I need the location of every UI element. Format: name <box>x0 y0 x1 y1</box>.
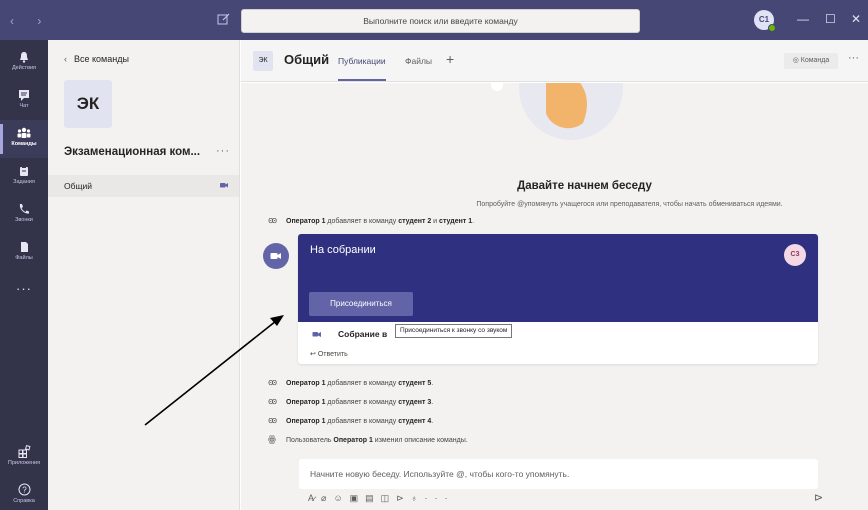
teams-icon <box>17 127 31 138</box>
channel-item-general[interactable]: Общий <box>48 175 239 197</box>
rail-item-calls[interactable]: Звонки <box>0 196 48 234</box>
rail-item-label: Звонки <box>15 217 33 223</box>
new-chat-icon[interactable] <box>217 12 231 26</box>
channel-header: ЭК Общий Публикации Файлы + ◎ Команда ··… <box>241 40 868 82</box>
help-icon: ? <box>18 483 30 496</box>
app-rail: Действия Чат Команды Задания Звонки Файл… <box>0 40 48 510</box>
rail-item-chat[interactable]: Чат <box>0 82 48 120</box>
person-add-icon: ꙭ <box>268 396 278 406</box>
search-input[interactable]: Выполните поиск или введите команду <box>241 9 640 33</box>
files-icon <box>21 242 28 252</box>
channel-avatar: ЭК <box>253 51 273 71</box>
welcome-title: Давайте начнем беседу <box>517 180 652 192</box>
close-button[interactable]: ✕ <box>851 12 861 26</box>
all-teams-link[interactable]: ‹ Все команды <box>64 54 129 64</box>
meeting-indicator <box>263 243 289 269</box>
rail-item-activity[interactable]: Действия <box>0 44 48 82</box>
rail-item-label: Действия <box>11 65 37 71</box>
rail-item-help[interactable]: ? Справка <box>0 476 48 510</box>
meeting-row-label: Собрание в <box>338 329 388 339</box>
compose-toolbar: A̷⌀☺▣▤◫⊳♁··· <box>308 493 454 504</box>
participant-avatar[interactable]: С3 <box>784 244 806 266</box>
chevron-left-icon: ‹ <box>64 54 67 64</box>
more-options-icon[interactable]: ♁ <box>411 493 425 503</box>
team-panel: ‹ Все команды ЭК Экзаменационная ком... ·… <box>48 40 240 510</box>
system-message: ꙭ Оператор 1 добавляет в команду студент … <box>268 377 434 387</box>
send-icon[interactable]: ⊳ <box>814 491 823 504</box>
phone-icon <box>19 204 29 214</box>
sticker-icon[interactable]: ▤ <box>365 493 381 503</box>
add-tab-button[interactable]: + <box>446 51 454 67</box>
presence-status-icon <box>768 24 776 32</box>
tab-posts[interactable]: Публикации <box>338 56 386 81</box>
team-name: Экзаменационная ком... <box>64 146 201 158</box>
team-more-button[interactable]: ··· <box>216 145 230 157</box>
join-meeting-button[interactable]: Присоединиться <box>309 292 413 316</box>
gif-icon[interactable]: ▣ <box>350 493 366 503</box>
system-message: ꙭ Оператор 1 добавляет в команду студент … <box>268 215 475 225</box>
meeting-camera-icon <box>220 183 228 188</box>
rail-item-label: Файлы <box>15 255 33 261</box>
apps-icon <box>18 445 30 458</box>
tab-files[interactable]: Файлы <box>405 56 432 66</box>
meeting-card: На собрании С3 Присоединиться Собрание в… <box>298 234 818 364</box>
all-teams-label: Все команды <box>74 54 129 64</box>
attach-icon[interactable]: ⌀ <box>321 493 333 503</box>
praise-icon[interactable]: ⊳ <box>396 493 411 503</box>
rail-item-files[interactable]: Файлы <box>0 234 48 272</box>
rail-item-teams[interactable]: Команды <box>0 120 48 158</box>
rail-item-apps[interactable]: Приложения <box>0 438 48 476</box>
maximize-button[interactable]: ☐ <box>825 12 836 26</box>
rail-item-assignments[interactable]: Задания <box>0 158 48 196</box>
minimize-button[interactable]: — <box>797 12 809 26</box>
reply-icon: ↩ <box>310 351 318 358</box>
person-add-icon: ꙭ <box>268 215 278 225</box>
channel-title: Общий <box>284 52 330 67</box>
team-edit-icon: ꙮ <box>268 434 276 444</box>
bell-icon <box>20 52 28 63</box>
person-add-icon: ꙭ <box>268 415 278 425</box>
welcome-subtitle: Попробуйте @упомянуть учащегося или преп… <box>476 201 783 208</box>
team-avatar: ЭК <box>64 80 112 128</box>
meeting-title: На собрании <box>310 244 376 256</box>
history-nav[interactable]: ‹ › <box>10 14 51 28</box>
compose-more-button[interactable]: ··· <box>424 493 454 503</box>
rail-item-label: Справка <box>13 498 35 504</box>
rail-item-label: Чат <box>19 103 29 109</box>
header-more-button[interactable]: ··· <box>848 52 859 64</box>
new-conversation-input[interactable]: Начните новую беседу. Используйте @, что… <box>299 459 818 489</box>
assignments-icon <box>20 166 28 176</box>
join-audio-tooltip: Присоединиться к звонку со звуком <box>395 324 513 338</box>
system-message: ꙭ Оператор 1 добавляет в команду студент … <box>268 415 434 425</box>
meet-icon[interactable]: ◫ <box>381 493 397 503</box>
emoji-icon[interactable]: ☺ <box>333 493 349 503</box>
welcome-illustration <box>491 83 623 140</box>
team-button[interactable]: ◎ Команда <box>784 53 838 69</box>
rail-item-label: Задания <box>13 179 35 185</box>
rail-item-label: Команды <box>11 141 37 147</box>
system-message: ꙮ Пользователь Оператор 1 изменил описани… <box>268 434 468 444</box>
chat-icon <box>19 90 29 101</box>
svg-text:?: ? <box>22 486 27 495</box>
conversation-feed: Давайте начнем беседу Попробуйте @упомян… <box>241 83 868 510</box>
channel-label: Общий <box>64 181 92 191</box>
system-message: ꙭ Оператор 1 добавляет в команду студент … <box>268 396 434 406</box>
meeting-banner: На собрании С3 Присоединиться <box>298 234 818 322</box>
format-icon[interactable]: A̷ <box>308 493 321 503</box>
person-add-icon: ꙭ <box>268 377 278 387</box>
meeting-camera-icon <box>312 332 321 338</box>
meeting-row[interactable]: Собрание в <box>312 329 387 339</box>
more-icon: ··· <box>16 281 32 296</box>
rail-item-more[interactable]: ··· <box>0 272 48 310</box>
reply-link[interactable]: ↩ Ответить <box>310 350 348 358</box>
title-bar: ‹ › Выполните поиск или введите команду … <box>0 0 868 40</box>
rail-item-label: Приложения <box>7 460 41 466</box>
compose-placeholder: Начните новую беседу. Используйте @, что… <box>310 469 570 479</box>
video-camera-icon <box>270 253 281 259</box>
